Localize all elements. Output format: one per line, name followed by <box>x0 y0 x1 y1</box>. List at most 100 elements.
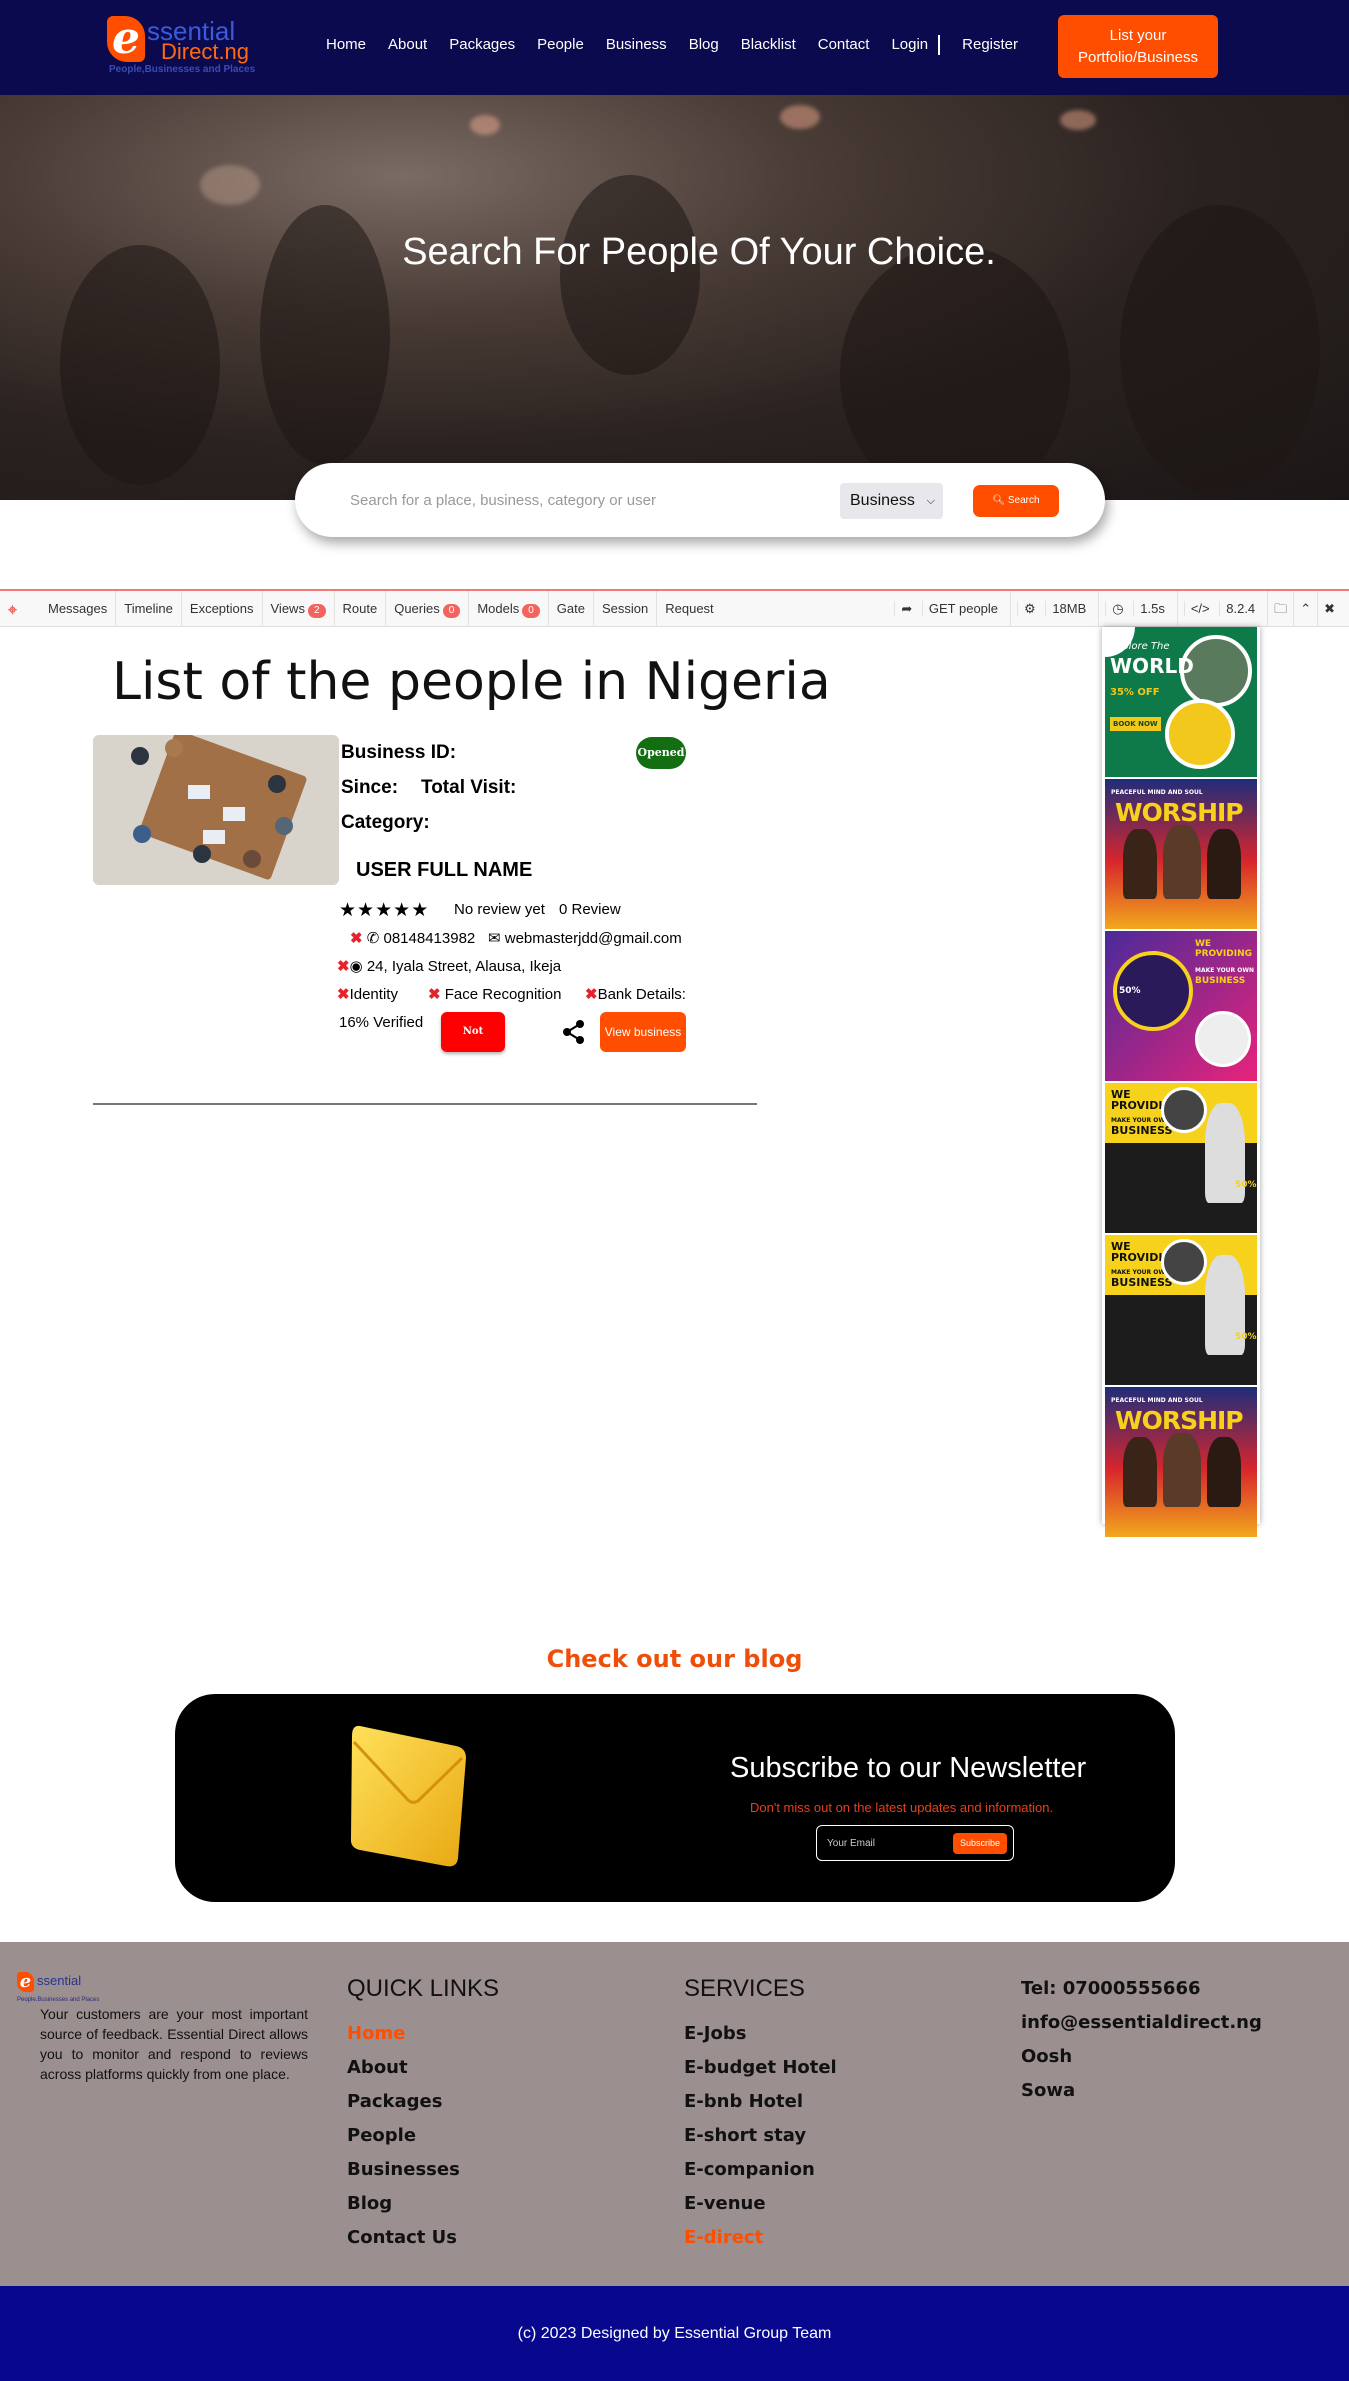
hero-light <box>1060 110 1096 130</box>
share-arrow-icon: ➦ <box>894 601 922 616</box>
ad-banner-business[interactable]: WE PROVIDING MAKE YOUR OWN BUSINESS 50% <box>1105 931 1257 1081</box>
ad-headline: WORSHIP <box>1115 1406 1244 1435</box>
service-e-companion[interactable]: E-companion <box>684 2153 837 2187</box>
ad-banner-worship[interactable]: PEACEFUL MIND AND SOUL WORSHIP <box>1105 1387 1257 1537</box>
footer-link-people[interactable]: People <box>347 2119 460 2153</box>
service-e-budget-hotel[interactable]: E-budget Hotel <box>684 2051 837 2085</box>
subscribe-button[interactable]: Subscribe <box>953 1833 1007 1854</box>
debug-badge: 2 <box>307 604 326 618</box>
search-input[interactable] <box>350 487 800 513</box>
list-button-line1: List your <box>1109 27 1167 44</box>
service-e-bnb-hotel[interactable]: E-bnb Hotel <box>684 2085 837 2119</box>
ad-photo <box>1161 1239 1207 1285</box>
footer-link-packages[interactable]: Packages <box>347 2085 460 2119</box>
newsletter-email-input[interactable] <box>827 1835 947 1851</box>
laravel-icon[interactable]: ⌖ <box>8 600 28 620</box>
phone-number[interactable]: 08148413982 <box>384 930 476 947</box>
newsletter-title: Subscribe to our Newsletter <box>730 1752 1087 1784</box>
ad-banner-business[interactable]: WE PROVIDING MAKE YOUR OWN BUSINESS 50% <box>1105 1235 1257 1385</box>
user-full-name[interactable]: USER FULL NAME <box>356 857 532 883</box>
debug-badge: 0 <box>522 604 540 618</box>
list-portfolio-button[interactable]: List your Portfolio/Business <box>1058 15 1218 78</box>
nav-blog[interactable]: Blog <box>689 30 719 60</box>
debug-tab-session[interactable]: Session <box>594 591 658 627</box>
service-e-direct[interactable]: E-direct <box>684 2221 837 2255</box>
verify-identity-label: Identity <box>349 986 398 1003</box>
debug-tab-messages[interactable]: Messages <box>40 591 117 627</box>
footer-link-about[interactable]: About <box>347 2051 460 2085</box>
footer-link-contact[interactable]: Contact Us <box>347 2221 460 2255</box>
blog-heading[interactable]: Check out our blog <box>0 1644 1349 1674</box>
debug-tab-gate[interactable]: Gate <box>549 591 594 627</box>
nav-blacklist[interactable]: Blacklist <box>741 30 796 60</box>
chevron-up-icon[interactable]: ⌃ <box>1293 591 1317 627</box>
ad-banner-travel[interactable]: Explore The WORLD 35% OFF BOOK NOW <box>1105 627 1257 777</box>
ad-banner-worship[interactable]: PEACEFUL MIND AND SOUL WORSHIP <box>1105 779 1257 929</box>
nav-business[interactable]: Business <box>606 30 667 60</box>
debug-tab-models[interactable]: Models 0 <box>469 591 549 627</box>
address-text: 24, Iyala Street, Alausa, Ikeja <box>366 958 562 975</box>
rating-text: No review yet <box>454 901 545 918</box>
debug-tab-timeline[interactable]: Timeline <box>116 591 182 627</box>
rating-stars: ★★★★★ <box>339 899 429 921</box>
service-e-venue[interactable]: E-venue <box>684 2187 837 2221</box>
total-visit-label: Total Visit: <box>421 777 517 798</box>
star-icon: ★ <box>339 899 358 921</box>
envelope-icon <box>350 1725 466 1867</box>
debug-tab-request[interactable]: Request <box>657 591 721 627</box>
nav-people[interactable]: People <box>537 30 584 60</box>
ad-person <box>1123 1437 1157 1507</box>
hero-banner: Search For People Of Your Choice. <box>0 95 1349 500</box>
footer-link-home[interactable]: Home <box>347 2017 460 2051</box>
nav-login[interactable]: Login <box>891 30 928 60</box>
nav-register[interactable]: Register <box>962 30 1018 60</box>
review-count[interactable]: 0 Review <box>559 900 621 920</box>
verify-bank-label: Bank Details: <box>597 986 686 1003</box>
ad-sub3: 50% <box>1235 1180 1257 1190</box>
hero-light <box>780 105 820 129</box>
listing-image-person <box>275 817 293 835</box>
footer-logo[interactable]: e ssential People,Businesses and Places <box>17 1972 117 2004</box>
verify-identity: ✖Identity <box>337 985 398 1005</box>
service-e-jobs[interactable]: E-Jobs <box>684 2017 837 2051</box>
nav-packages[interactable]: Packages <box>449 30 515 60</box>
debug-tab-exceptions[interactable]: Exceptions <box>182 591 263 627</box>
debug-tab-queries[interactable]: Queries 0 <box>386 591 470 627</box>
close-icon[interactable]: ✖ <box>1317 591 1341 627</box>
email-address[interactable]: webmasterjdd@gmail.com <box>505 930 682 947</box>
star-icon: ★ <box>375 899 394 921</box>
list-button-line2: Portfolio/Business <box>1077 49 1199 66</box>
folder-icon[interactable]: 🗀︎ <box>1267 591 1293 627</box>
share-icon[interactable] <box>560 1018 588 1046</box>
footer-email[interactable]: info@essentialdirect.ng <box>1021 2006 1262 2040</box>
debug-badge: 0 <box>442 604 461 618</box>
ad-headline: WE PROVIDING <box>1111 1240 1181 1264</box>
debug-tab-label: Exceptions <box>189 601 254 616</box>
footer-address-line2: Sowa <box>1021 2080 1076 2101</box>
ad-banner-business[interactable]: WE PROVIDING MAKE YOUR OWN BUSINESS 50% <box>1105 1083 1257 1233</box>
debug-tab-route[interactable]: Route <box>335 591 387 627</box>
search-button[interactable]: 🔍︎ Search <box>973 485 1059 517</box>
hero-crowd-shape <box>60 245 220 485</box>
nav-contact[interactable]: Contact <box>818 30 870 60</box>
ad-headline: WORSHIP <box>1115 798 1244 827</box>
ad-sub2: BUSINESS <box>1195 976 1246 986</box>
debug-version-value: 8.2.4 <box>1219 601 1262 616</box>
service-e-short-stay[interactable]: E-short stay <box>684 2119 837 2153</box>
ad-headline: WORLD <box>1110 654 1194 678</box>
listing-image[interactable] <box>93 735 339 885</box>
footer-link-blog[interactable]: Blog <box>347 2187 460 2221</box>
star-icon: ★ <box>357 899 376 921</box>
debug-request[interactable]: ➦ GET people <box>888 591 1010 627</box>
footer-link-businesses[interactable]: Businesses <box>347 2153 460 2187</box>
site-logo[interactable]: e ssential Direct.ng People,Businesses a… <box>107 16 277 78</box>
nav-home[interactable]: Home <box>326 30 366 60</box>
ad-sub3: 50% <box>1119 986 1141 996</box>
footer-phone[interactable]: Tel: 07000555666 <box>1021 1972 1262 2006</box>
view-business-button[interactable]: View business <box>600 1012 686 1052</box>
ad-person <box>1163 825 1201 899</box>
verify-face-label: Face Recognition <box>444 986 562 1003</box>
category-select[interactable]: Business ⌵ <box>840 483 943 519</box>
nav-about[interactable]: About <box>388 30 427 60</box>
debug-tab-views[interactable]: Views 2 <box>263 591 335 627</box>
